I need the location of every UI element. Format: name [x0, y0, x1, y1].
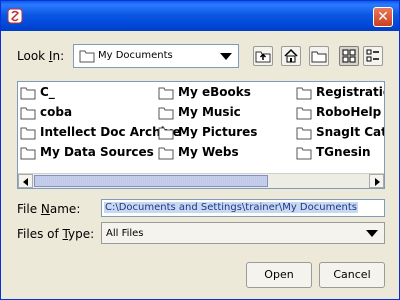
file-name-value: C:\Documents and Settings\trainer\My Doc… — [104, 202, 358, 213]
folder-icon — [158, 107, 174, 120]
home-icon — [284, 48, 298, 63]
horizontal-scrollbar[interactable] — [18, 173, 384, 188]
folder-icon — [158, 147, 174, 160]
folder-icon — [20, 107, 36, 120]
arrow-left-icon — [23, 178, 28, 186]
list-item-label: My eBooks — [178, 85, 251, 99]
list-item-label: TGnesin — [316, 145, 371, 159]
chevron-down-icon[interactable] — [366, 230, 378, 237]
scroll-right-button[interactable] — [369, 174, 384, 188]
scroll-left-button[interactable] — [18, 174, 33, 188]
file-type-combo[interactable]: All Files — [101, 222, 385, 244]
folder-icon — [296, 107, 312, 120]
close-button[interactable]: ✕ — [373, 7, 393, 27]
file-name-label: File Name: — [17, 202, 80, 216]
file-type-value: All Files — [106, 228, 144, 239]
list-view-button[interactable] — [339, 46, 359, 66]
file-list[interactable]: C_ coba Intellect Doc Archive My Data So… — [17, 81, 385, 189]
up-one-level-icon — [255, 51, 271, 63]
list-item-label: RoboHelp 6.0 — [316, 105, 384, 119]
folder-icon — [20, 87, 36, 100]
list-item-label: My Music — [178, 105, 241, 119]
folder-icon — [158, 87, 174, 100]
list-item-label: My Webs — [178, 145, 239, 159]
list-item-label: SnagIt Catalog — [316, 125, 385, 139]
cancel-button[interactable]: Cancel — [319, 262, 385, 288]
list-item-label: My Data Sources — [40, 145, 154, 159]
list-item-label: Registration — [316, 85, 384, 99]
home-button[interactable] — [281, 46, 301, 66]
list-item-label: C_ — [40, 85, 55, 99]
scroll-thumb[interactable] — [34, 175, 268, 187]
look-in-label: Look In: — [17, 49, 64, 63]
file-chooser-dialog: ✕ Look In: My Documents C_ coba Intellec… — [0, 0, 400, 300]
details-view-button[interactable] — [363, 46, 383, 66]
file-name-label-text: File Name: — [17, 202, 81, 216]
file-name-field[interactable]: C:\Documents and Settings\trainer\My Doc… — [101, 199, 385, 217]
folder-icon — [296, 87, 312, 100]
folder-icon — [296, 127, 312, 140]
file-type-label: Files of Type: — [17, 227, 94, 241]
file-type-label-text: Files of Type: — [17, 227, 95, 241]
new-folder-button[interactable] — [309, 46, 329, 66]
java-app-icon — [7, 8, 23, 24]
list-item-label: My Pictures — [178, 125, 258, 139]
folder-icon — [20, 127, 36, 140]
folder-icon — [158, 127, 174, 140]
look-in-value: My Documents — [98, 50, 173, 61]
folder-icon — [296, 147, 312, 160]
up-one-level-button[interactable] — [253, 46, 273, 66]
open-button[interactable]: Open — [246, 262, 312, 288]
title-bar[interactable]: ✕ — [1, 1, 399, 31]
look-in-combo[interactable]: My Documents — [73, 44, 239, 68]
details-view-icon — [366, 49, 379, 62]
look-in-label-text: Look In: — [17, 49, 65, 63]
folder-icon — [79, 50, 95, 63]
new-folder-icon — [311, 51, 327, 63]
list-item-label: coba — [40, 105, 73, 119]
chevron-down-icon[interactable] — [220, 53, 232, 60]
list-view-icon — [342, 49, 356, 63]
close-icon: ✕ — [377, 9, 389, 25]
folder-icon — [20, 147, 36, 160]
arrow-right-icon — [375, 178, 380, 186]
